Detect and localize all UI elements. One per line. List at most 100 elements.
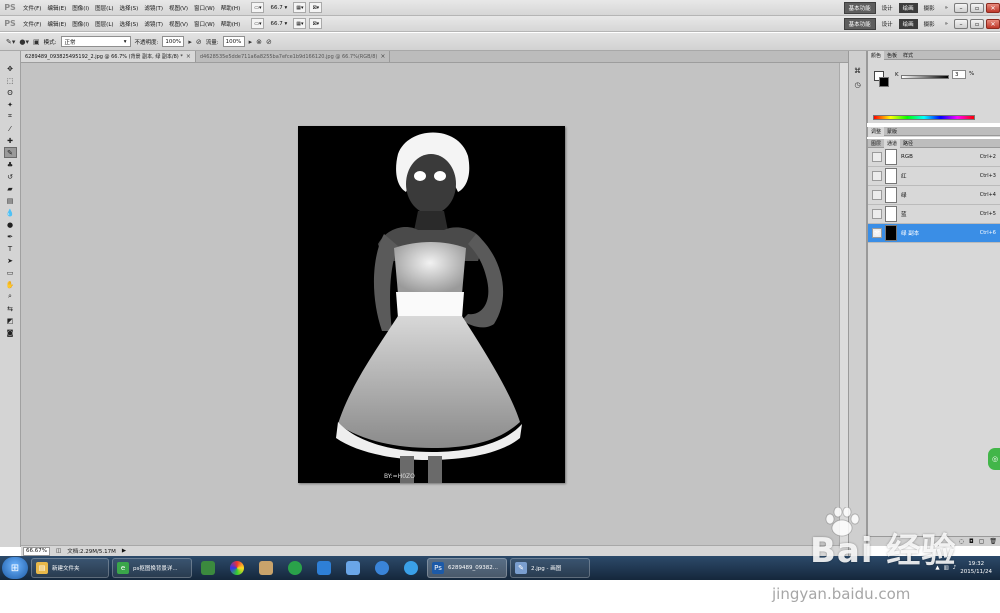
menu-layer[interactable]: 图层(L) [92,20,116,28]
fg-bg-color-icon[interactable]: ◩ [4,315,17,326]
blur-tool-icon[interactable]: 💧 [4,207,17,218]
document-canvas[interactable]: BY:=H0ZO [298,126,565,483]
brush-panel-icon[interactable]: ▣ [33,38,40,46]
eye-icon[interactable]: 👁 [872,228,882,238]
flow-field[interactable]: 100% [222,36,245,47]
opacity-slider-icon[interactable]: ▸ [188,38,192,46]
path-select-tool-icon[interactable]: ➤ [4,255,17,266]
k-channel-input[interactable]: 3 [952,70,966,79]
workspace-photography[interactable]: 摄影 [920,3,939,13]
pen-tool-icon[interactable]: ✒ [4,231,17,242]
workspace-painting[interactable]: 绘画 [898,3,918,13]
zoom-dropdown[interactable]: 66.7 ▾ [267,21,290,27]
clock[interactable]: 19:32 2015/11/24 [960,560,992,576]
workspace-design[interactable]: 设计 [878,3,897,13]
tab-paths[interactable]: 路径 [900,139,916,148]
restore-icon[interactable]: ▫ [970,19,984,29]
task-browser[interactable]: e ps抠图换背景详... [112,558,192,578]
channel-row[interactable]: 红 Ctrl+3 [868,167,1000,186]
side-widget-icon[interactable]: ◎ [988,448,1000,470]
pinned-app-7[interactable] [369,558,395,578]
shape-tool-icon[interactable]: ▭ [4,267,17,278]
task-folder[interactable]: ▤ 新建文件夹 [31,558,109,578]
menu-view[interactable]: 视图(V) [166,20,191,28]
workspace-more[interactable]: » [941,20,952,28]
menu-select[interactable]: 选择(S) [117,20,142,28]
new-channel-icon[interactable]: ▢ [979,538,985,545]
tab-document-2[interactable]: d4628535e5dde711a6a8255ba7efce1b9d166120… [195,51,391,62]
clone-stamp-tool-icon[interactable]: ♣ [4,159,17,170]
canvas-area[interactable]: BY:=H0ZO [21,63,839,545]
airbrush-icon[interactable]: ⊗ [256,38,262,46]
pinned-app-5[interactable] [311,558,337,578]
pinned-app-8[interactable] [398,558,424,578]
task-paint[interactable]: ✎ 2.jpg - 画图 [510,558,590,578]
menu-filter[interactable]: 滤镜(T) [141,20,166,28]
tab-swatches[interactable]: 色板 [884,51,900,60]
status-icon[interactable]: ◫ [56,548,61,554]
workspace-photography[interactable]: 摄影 [920,19,939,29]
screen-mode-button[interactable]: ▭▾ [251,18,265,29]
workspace-essentials[interactable]: 基本功能 [843,18,876,30]
status-menu-arrow-icon[interactable]: ▶ [122,548,126,554]
k-channel-slider[interactable] [901,75,949,79]
start-button[interactable]: ⊞ [2,557,28,579]
healing-brush-tool-icon[interactable]: ✚ [4,135,17,146]
visibility-toggle[interactable] [872,171,882,181]
menu-view[interactable]: 视图(V) [166,4,191,12]
history-panel-icon[interactable]: ⌘ [851,65,864,76]
quick-select-tool-icon[interactable]: ✦ [4,99,17,110]
menu-window[interactable]: 窗口(W) [191,20,218,28]
menu-help[interactable]: 帮助(H) [218,20,243,28]
menu-image[interactable]: 图像(I) [69,4,92,12]
tray-expand-icon[interactable]: ▲ [935,565,939,571]
load-selection-icon[interactable]: ◌ [959,538,964,545]
eraser-tool-icon[interactable]: ▰ [4,183,17,194]
flow-slider-icon[interactable]: ▸ [249,38,253,46]
screen-mode-button[interactable]: ▭▾ [251,2,265,13]
history-brush-tool-icon[interactable]: ↺ [4,171,17,182]
menu-edit[interactable]: 编辑(E) [44,20,69,28]
crop-tool-icon[interactable]: ⌗ [4,111,17,122]
minimize-icon[interactable]: – [954,3,968,13]
visibility-toggle[interactable] [872,152,882,162]
menu-select[interactable]: 选择(S) [117,4,142,12]
channel-row[interactable]: RGB Ctrl+2 [868,148,1000,167]
menu-image[interactable]: 图像(I) [69,20,92,28]
eyedropper-tool-icon[interactable]: ⁄ [4,123,17,134]
workspace-more[interactable]: » [941,4,952,12]
zoom-dropdown[interactable]: 66.7 ▾ [267,5,290,11]
menu-filter[interactable]: 滤镜(T) [141,4,166,12]
menu-help[interactable]: 帮助(H) [218,4,243,12]
type-tool-icon[interactable]: T [4,243,17,254]
pressure-opacity-icon[interactable]: ⊘ [196,38,202,46]
close-icon[interactable]: ✕ [986,3,1000,13]
close-icon[interactable]: × [380,53,385,60]
pinned-app-2[interactable] [224,558,250,578]
menu-layer[interactable]: 图层(L) [92,4,116,12]
close-icon[interactable]: × [186,53,191,60]
lasso-tool-icon[interactable]: ʘ [4,87,17,98]
workspace-essentials[interactable]: 基本功能 [843,2,876,14]
move-tool-icon[interactable]: ✥ [4,63,17,74]
zoom-tool-icon[interactable]: ⌕ [4,291,17,302]
trash-icon[interactable]: 🗑 [989,538,997,545]
swap-colors-icon[interactable]: ⇆ [4,303,17,314]
close-icon[interactable]: ✕ [986,19,1000,29]
arrange-documents-button[interactable]: ▦▾ [293,2,307,13]
opacity-field[interactable]: 100% [162,36,185,47]
network-icon[interactable]: ▥ [944,565,949,571]
tab-styles[interactable]: 样式 [900,51,916,60]
tab-channels[interactable]: 通道 [884,138,901,148]
marquee-tool-icon[interactable]: ⬚ [4,75,17,86]
save-selection-icon[interactable]: ◘ [969,538,974,545]
menu-file[interactable]: 文件(F) [20,4,44,12]
channel-row[interactable]: 蓝 Ctrl+5 [868,205,1000,224]
restore-icon[interactable]: ▫ [970,3,984,13]
workspace-painting[interactable]: 绘画 [898,19,918,29]
actions-panel-icon[interactable]: ◷ [851,79,864,90]
gradient-tool-icon[interactable]: ▤ [4,195,17,206]
background-swatch[interactable] [879,77,889,87]
quick-mask-icon[interactable]: ◙ [4,327,17,338]
minimize-icon[interactable]: – [954,19,968,29]
